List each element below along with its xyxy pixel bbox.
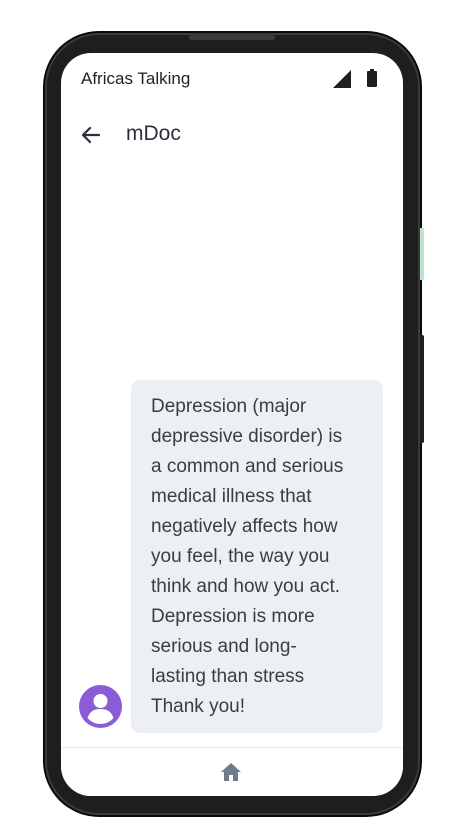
signal-icon xyxy=(333,70,351,88)
page-title: mDoc xyxy=(126,122,181,145)
message-bubble: Depression (major depressive disorder) i… xyxy=(131,380,383,733)
carrier-name: Africas Talking xyxy=(81,69,191,88)
home-icon[interactable] xyxy=(219,760,243,784)
phone-frame: Africas Talking mDoc Depression (major d… xyxy=(45,33,424,815)
arrow-left-icon xyxy=(81,126,101,144)
chat-area[interactable]: Depression (major depressive disorder) i… xyxy=(61,165,403,747)
user-avatar-icon xyxy=(79,685,122,728)
battery-icon xyxy=(367,69,377,87)
bottom-nav xyxy=(61,747,403,796)
back-button[interactable] xyxy=(77,121,105,149)
screen: Africas Talking mDoc Depression (major d… xyxy=(61,53,403,796)
app-bar: mDoc xyxy=(61,109,403,165)
volume-button xyxy=(420,228,424,280)
phone-speaker xyxy=(189,35,275,40)
power-button xyxy=(420,335,424,443)
status-bar: Africas Talking xyxy=(61,53,403,105)
